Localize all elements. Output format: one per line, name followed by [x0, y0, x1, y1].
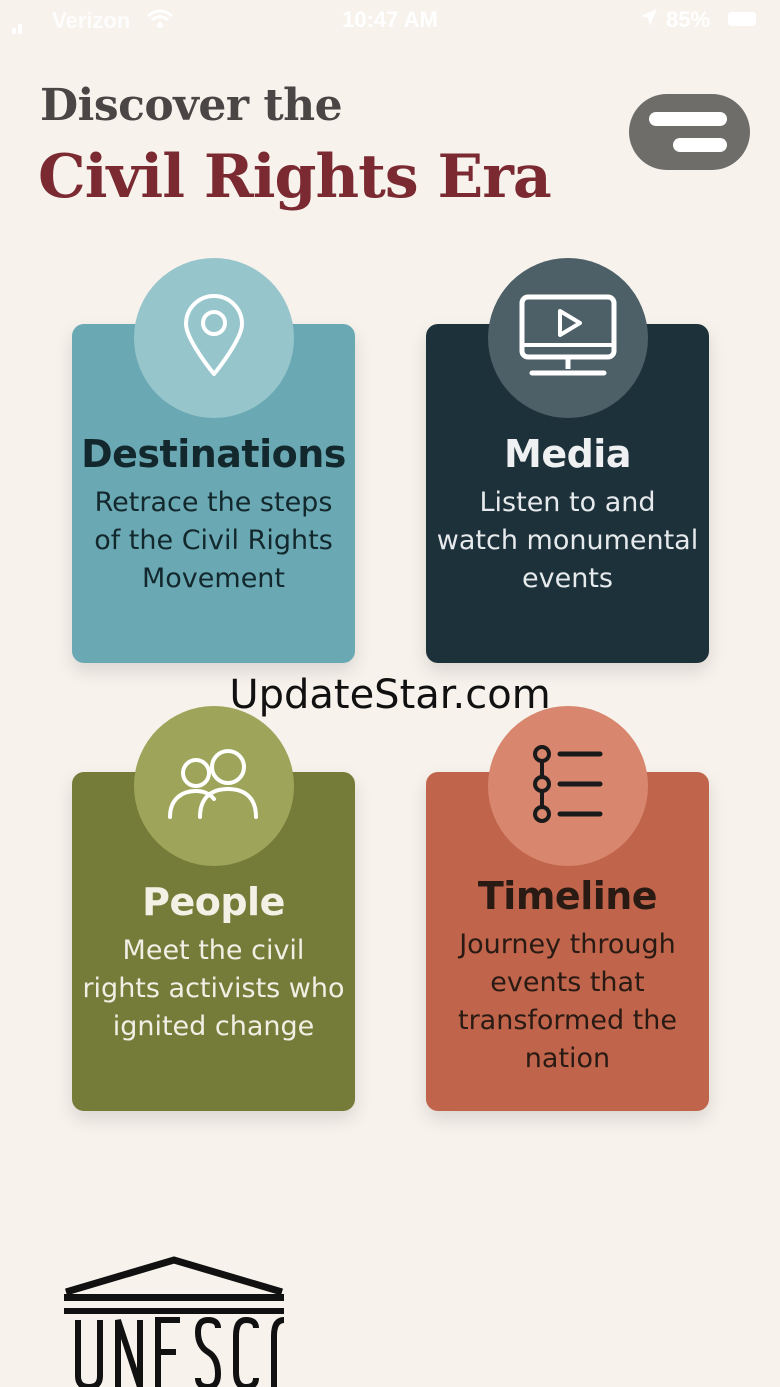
destinations-icon-circle [134, 258, 294, 418]
timeline-icon-circle [488, 706, 648, 866]
menu-button[interactable] [629, 94, 750, 170]
timeline-list-icon [532, 742, 604, 831]
clock: 10:47 AM [342, 7, 438, 32]
people-icon-circle [134, 706, 294, 866]
map-pin-icon [182, 293, 246, 383]
video-monitor-icon [518, 293, 618, 384]
card-description: Retrace the steps of the Civil Rights Mo… [94, 487, 333, 594]
card-people[interactable]: People Meet the civil rights activists w… [72, 706, 355, 1111]
menu-icon-bar [673, 138, 727, 152]
card-description: Journey through events that transformed … [457, 929, 677, 1074]
location-icon [640, 8, 658, 34]
page-title-line1: Discover the [40, 80, 343, 131]
card-destinations[interactable]: Destinations Retrace the steps of the Ci… [72, 258, 355, 663]
card-description: Listen to and watch monumental events [436, 487, 699, 594]
card-title: Timeline [477, 874, 658, 918]
battery-percentage: 85% [666, 7, 711, 32]
card-timeline[interactable]: Timeline Journey through events that tra… [426, 706, 709, 1111]
card-description: Meet the civil rights activists who igni… [82, 935, 345, 1042]
card-title: Media [504, 432, 631, 476]
card-title: People [142, 880, 285, 924]
watermark-text: UpdateStar.com [229, 672, 551, 718]
status-bar: Verizon 10:47 AM 85% [0, 0, 780, 44]
unesco-logo [62, 1256, 286, 1387]
menu-icon [649, 112, 727, 126]
battery-icon [728, 12, 756, 26]
card-media[interactable]: Media Listen to and watch monumental eve… [426, 258, 709, 663]
card-title: Destinations [81, 432, 346, 476]
page-title-line2: Civil Rights Era [38, 142, 552, 212]
people-icon [166, 747, 262, 826]
media-icon-circle [488, 258, 648, 418]
